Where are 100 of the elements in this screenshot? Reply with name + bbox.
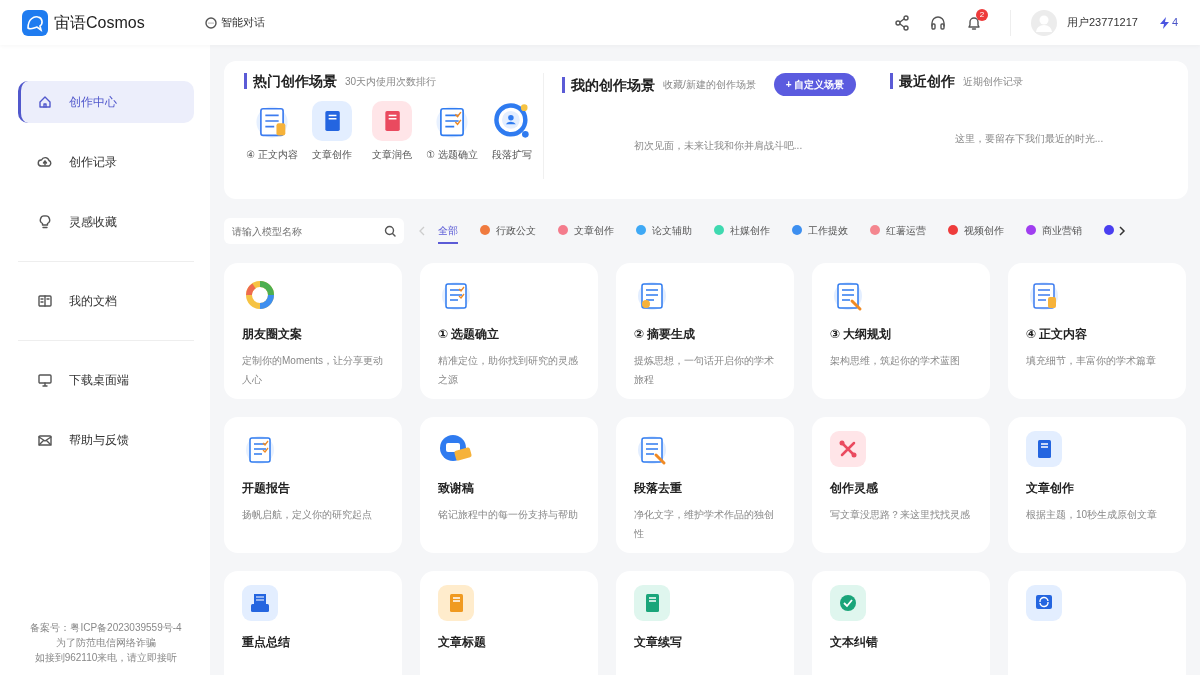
scene-shortcut[interactable]: 文章创作	[304, 101, 360, 162]
card-description: 净化文字，维护学术作品的独创性	[634, 508, 775, 541]
section-title: 热门创作场景	[244, 73, 337, 89]
card-description: 根据主题，10秒生成原创文章	[1026, 508, 1159, 522]
sidebar-item[interactable]: 创作中心	[18, 81, 194, 123]
user-name[interactable]: 用户23771217	[1066, 14, 1138, 31]
template-card[interactable]: 文章续写	[616, 571, 794, 675]
card-title: 文章续写	[634, 634, 683, 651]
lightning-icon	[1159, 16, 1169, 29]
template-card[interactable]: 致谢稿 铭记旅程中的每一份支持与帮助	[420, 417, 598, 553]
refresh-icon	[1026, 585, 1062, 621]
card-title: 开题报告	[242, 480, 291, 497]
cloud-icon	[37, 154, 53, 170]
section-subtitle: 收藏/新建的创作场景	[663, 78, 756, 92]
card-description: 铭记旅程中的每一份支持与帮助	[438, 508, 579, 522]
sidebar-item[interactable]: 创作记录	[18, 141, 194, 183]
card-title: ① 选题确立	[438, 326, 501, 343]
cross-icon	[830, 431, 866, 467]
footer-text: 为了防范电信网络诈骗	[55, 636, 157, 650]
template-card[interactable]: 创作灵感 写文章没思路？来这里找找灵感	[812, 417, 990, 553]
scene-shortcut[interactable]: 段落扩写	[484, 101, 540, 162]
template-card[interactable]: 重点总结	[224, 571, 402, 675]
template-card[interactable]: 朋友圈文案 定制你的Moments，让分享更动人心	[224, 263, 402, 399]
category-tab[interactable]: 红薯运营	[870, 218, 926, 244]
card-description: 架构思维，筑起你的学术蓝图	[830, 354, 961, 368]
notification-badge: 2	[975, 8, 988, 21]
book-icon	[37, 293, 53, 309]
printer-icon	[242, 585, 278, 621]
template-card[interactable]: 文本纠错	[812, 571, 990, 675]
card-description: 定制你的Moments，让分享更动人心	[242, 354, 384, 387]
search-field[interactable]: 请输入模型名称	[224, 218, 404, 244]
template-card[interactable]: ② 摘要生成 提炼思想，一句话开启你的学术旅程	[616, 263, 794, 399]
headset-icon[interactable]	[929, 14, 946, 31]
category-tab[interactable]: 社媒创作	[714, 218, 770, 244]
check-icon	[830, 585, 866, 621]
home-icon	[37, 94, 53, 110]
sidebar-item[interactable]: 下载桌面端	[18, 359, 194, 401]
card-description: 提炼思想，一句话开启你的学术旅程	[634, 354, 775, 387]
category-tab[interactable]: 工作提效	[792, 218, 848, 244]
card-title: 重点总结	[242, 634, 291, 651]
template-card[interactable]: ④ 正文内容 填充细节，丰富你的学术篇章	[1008, 263, 1186, 399]
monitor-icon	[37, 372, 53, 388]
card-description: 填充细节，丰富你的学术篇章	[1026, 354, 1157, 368]
category-tab[interactable]: 全部	[438, 218, 458, 244]
section-subtitle: 30天内使用次数排行	[345, 74, 437, 89]
template-card[interactable]: 文章创作 根据主题，10秒生成原创文章	[1008, 417, 1186, 553]
card-title: 朋友圈文案	[242, 326, 303, 343]
custom-scene-button[interactable]: + 自定义场景	[773, 73, 857, 96]
card-title: 文章标题	[438, 634, 487, 651]
scene-shortcut[interactable]: 文章润色	[364, 101, 420, 162]
book-icon	[438, 585, 474, 621]
template-card[interactable]: ③ 大纲规划 架构思维，筑起你的学术蓝图	[812, 263, 990, 399]
book-icon	[312, 101, 352, 141]
search-icon	[384, 225, 396, 237]
footer-text: 备案号：粤ICP备2023039559号-4	[29, 621, 183, 635]
sidebar-item[interactable]: 帮助与反馈	[18, 419, 194, 461]
card-title: ② 摘要生成	[634, 326, 697, 343]
empty-message: 这里，要留存下我们最近的时光...	[953, 132, 1105, 146]
scene-label: 文章润色	[372, 148, 412, 162]
scene-label: ④ 正文内容	[246, 148, 298, 162]
template-card[interactable]: 段落去重 净化文字，维护学术作品的独创性	[616, 417, 794, 553]
card-description: 精准定位，助你找到研究的灵感之源	[438, 354, 579, 387]
category-tab[interactable]: 视频创作	[948, 218, 1004, 244]
card-title: ③ 大纲规划	[830, 326, 893, 343]
card-description: 写文章没思路？来这里找找灵感	[830, 508, 971, 522]
credit-count: 4	[1171, 15, 1178, 31]
chat-link[interactable]: 智能对话	[204, 14, 265, 31]
book-icon	[372, 101, 412, 141]
scene-label: 段落扩写	[492, 148, 532, 162]
mail-icon	[37, 432, 53, 448]
share-icon[interactable]	[893, 14, 910, 31]
footer-text: 如接到962110来电，请立即接听	[33, 651, 179, 665]
sidebar-item[interactable]: 我的文档	[18, 280, 194, 322]
category-tab[interactable]: 行政公文	[480, 218, 536, 244]
book-icon	[1026, 431, 1062, 467]
category-tab[interactable]: 商业营销	[1026, 218, 1082, 244]
scene-shortcut[interactable]: ④ 正文内容	[244, 101, 300, 162]
category-tab[interactable]: 文章创作	[558, 218, 614, 244]
section-subtitle: 近期创作记录	[963, 74, 1023, 89]
scene-shortcut[interactable]: ① 选题确立	[424, 101, 480, 162]
card-title: 创作灵感	[830, 480, 879, 497]
logo-icon	[22, 9, 48, 36]
card-description: 扬帆启航，定义你的研究起点	[242, 508, 373, 522]
template-card[interactable]: 文章标题	[420, 571, 598, 675]
card-title: ④ 正文内容	[1026, 326, 1089, 343]
template-card[interactable]: ① 选题确立 精准定位，助你找到研究的灵感之源	[420, 263, 598, 399]
bell-icon[interactable]	[965, 14, 982, 31]
section-title: 我的创作场景	[562, 76, 655, 93]
bulb-icon	[37, 214, 53, 230]
search-icon	[492, 101, 532, 141]
card-title: 文章创作	[1026, 480, 1075, 497]
chevron-right-icon[interactable]	[1118, 225, 1126, 237]
card-title: 致谢稿	[438, 480, 475, 497]
scene-label: 文章创作	[312, 148, 352, 162]
card-title: 文本纠错	[830, 634, 879, 651]
sidebar-item[interactable]: 灵感收藏	[18, 201, 194, 243]
chat-icon	[204, 16, 217, 29]
category-tab[interactable]: 论文辅助	[636, 218, 692, 244]
template-card[interactable]: 开题报告 扬帆启航，定义你的研究起点	[224, 417, 402, 553]
section-title: 最近创作	[890, 73, 955, 89]
